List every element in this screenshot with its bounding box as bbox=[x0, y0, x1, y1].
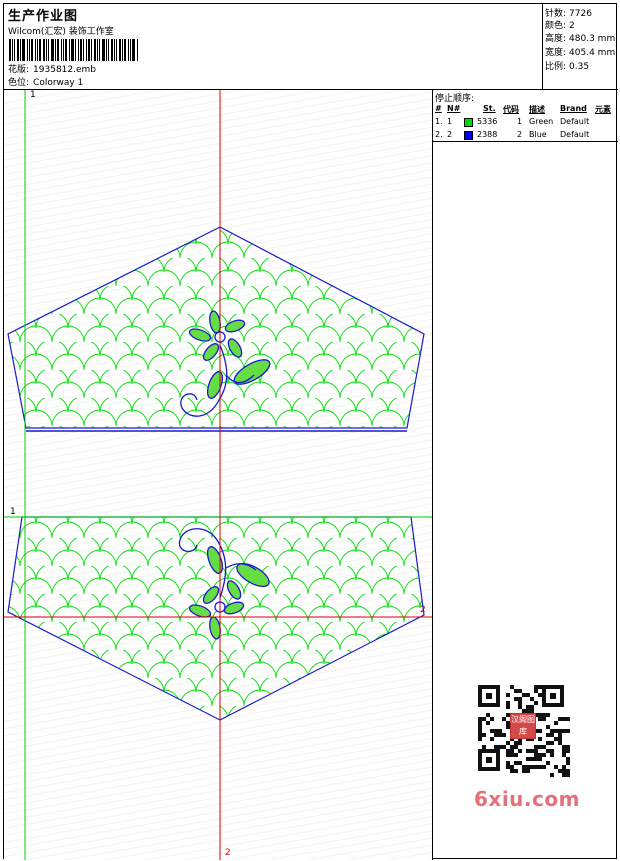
stop-row: 1. 1 5336 1 Green Default bbox=[435, 117, 590, 127]
guide-label-h1: 1 bbox=[10, 507, 16, 517]
header-info: 生产作业图 Wilcom(汇宏) 装饰工作室 花版: 1935812.emb 色位… bbox=[4, 4, 543, 90]
design-file-label: 花版: bbox=[8, 65, 30, 75]
watermark: 汉阁图库 6xiu.com bbox=[466, 677, 584, 815]
guide-label-v1: 1 bbox=[30, 90, 36, 100]
colorway-row: 色位: Colorway 1 bbox=[8, 75, 83, 88]
col-element: 元素 bbox=[595, 105, 611, 114]
col-code: 代码 bbox=[503, 105, 519, 114]
sheet-title: 生产作业图 bbox=[8, 9, 79, 24]
stop-sequence-panel: 停止顺序: # N# St. 代码 描述 Brand 元素 1. 1 5336 … bbox=[433, 90, 618, 142]
color-swatch-blue bbox=[464, 131, 473, 140]
design-canvas: 1 1 2 2 bbox=[4, 90, 433, 860]
col-description: 描述 bbox=[529, 105, 545, 114]
barcode bbox=[9, 39, 144, 61]
stop-sequence-title: 停止顺序: bbox=[435, 94, 475, 104]
guide-label-h2: 2 bbox=[420, 605, 426, 615]
embroidery-design bbox=[4, 90, 432, 860]
col-number: N# bbox=[447, 104, 461, 113]
stat-scale: 比例: 0.35 bbox=[545, 62, 590, 72]
colorway-label: 色位: bbox=[8, 78, 30, 88]
stat-width: 宽度: 405.4 mm bbox=[545, 48, 616, 58]
company-name: Wilcom(汇宏) 装饰工作室 bbox=[8, 27, 114, 37]
stat-colors: 颜色: 2 bbox=[545, 21, 575, 31]
guide-lines bbox=[4, 90, 432, 860]
col-brand: Brand bbox=[560, 104, 587, 113]
col-index: # bbox=[435, 104, 442, 113]
col-stitches: St. bbox=[483, 104, 496, 113]
color-swatch-green bbox=[464, 118, 473, 127]
watermark-site: 6xiu.com bbox=[474, 787, 580, 811]
colorway-value: Colorway 1 bbox=[33, 78, 84, 88]
stop-row: 2. 2 2388 2 Blue Default bbox=[435, 130, 590, 140]
watermark-stamp: 汉阁图库 bbox=[510, 713, 536, 739]
guide-label-v2: 2 bbox=[225, 848, 231, 858]
stat-height: 高度: 480.3 mm bbox=[545, 34, 616, 44]
design-file-value: 1935812.emb bbox=[33, 65, 97, 75]
design-file-row: 花版: 1935812.emb bbox=[8, 62, 96, 75]
stats-panel: 针数: 7726 颜色: 2 高度: 480.3 mm 宽度: 405.4 mm 比例:… bbox=[543, 4, 618, 90]
stop-sequence-header: # N# St. 代码 描述 Brand 元素 bbox=[433, 104, 618, 115]
